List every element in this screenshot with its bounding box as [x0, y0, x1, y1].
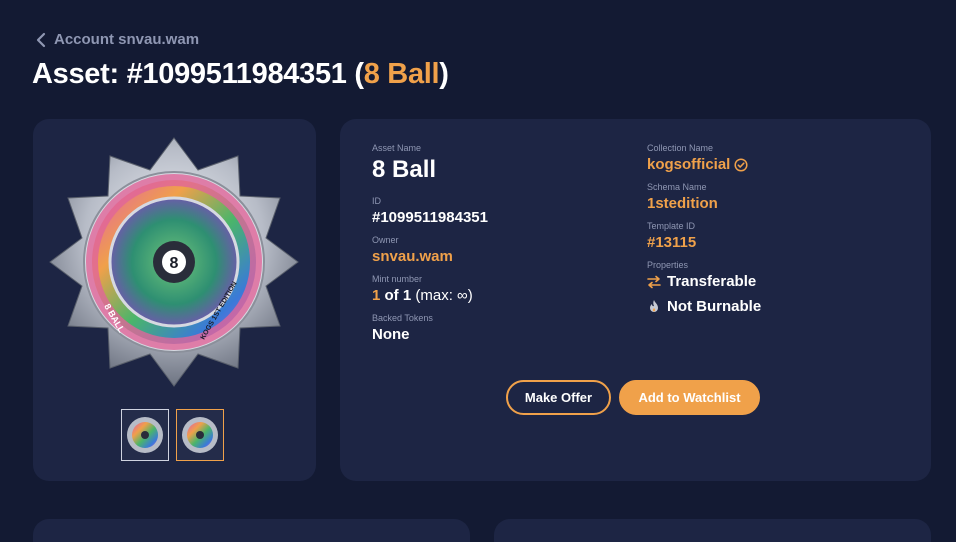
collection-name-row: kogsofficial — [647, 156, 907, 173]
owner-label: Owner — [372, 235, 399, 245]
schema-name-label: Schema Name — [647, 182, 707, 192]
backed-tokens-label: Backed Tokens — [372, 313, 433, 323]
asset-media-card: 8 8 BALL KOGS 1ST EDITION — [33, 119, 316, 481]
flame-icon — [650, 300, 658, 312]
property-not-burnable: Not Burnable — [647, 298, 907, 315]
collection-link[interactable]: kogsofficial — [647, 156, 730, 173]
svg-text:8: 8 — [170, 255, 179, 272]
back-link-label: Account snvau.wam — [54, 31, 200, 48]
bottom-left-panel — [33, 519, 470, 542]
transferable-label: Transferable — [667, 273, 757, 290]
title-asset-name: 8 Ball — [363, 58, 440, 90]
id-value: #1099511984351 — [372, 209, 488, 226]
not-burnable-label: Not Burnable — [667, 298, 762, 315]
title-suffix: ) — [439, 58, 449, 90]
collection-name-label: Collection Name — [647, 143, 714, 153]
owner-link[interactable]: snvau.wam — [372, 248, 632, 265]
asset-details-card: Asset Name 8 Ball ID #1099511984351 Owne… — [340, 119, 931, 481]
details-right-column: Collection Name kogsofficial Schema Name… — [647, 143, 907, 323]
kog-artwork-image[interactable]: 8 8 BALL KOGS 1ST EDITION — [47, 135, 301, 389]
id-label: ID — [372, 196, 381, 206]
thumbnail-1[interactable] — [121, 409, 169, 461]
properties-label: Properties — [647, 260, 689, 270]
backed-tokens-value: None — [372, 326, 410, 343]
chevron-left-icon — [36, 32, 46, 47]
property-transferable: Transferable — [647, 273, 907, 290]
schema-link[interactable]: 1stedition — [647, 195, 907, 212]
mint-max: (max: ∞) — [411, 287, 473, 304]
make-offer-button[interactable]: Make Offer — [506, 380, 611, 415]
back-to-account-link[interactable]: Account snvau.wam — [34, 31, 199, 48]
details-left-column: Asset Name 8 Ball ID #1099511984351 Owne… — [372, 143, 632, 352]
kog-thumb-icon — [127, 417, 163, 453]
template-id-label: Template ID — [647, 221, 696, 231]
title-prefix: Asset: #1099511984351 ( — [32, 58, 364, 90]
transfer-arrows-icon — [647, 275, 661, 288]
kog-thumb-icon — [182, 417, 218, 453]
mint-number-value: 1 of 1 (max: ∞) — [372, 287, 632, 304]
add-to-watchlist-button[interactable]: Add to Watchlist — [619, 380, 760, 415]
verified-check-icon — [734, 158, 748, 172]
bottom-right-panel — [494, 519, 931, 542]
thumbnail-strip — [121, 409, 224, 461]
action-buttons: Make Offer Add to Watchlist — [506, 380, 760, 415]
page-title: Asset: #1099511984351 (8 Ball) — [32, 58, 449, 91]
thumbnail-2[interactable] — [176, 409, 224, 461]
asset-name-value: 8 Ball — [372, 156, 437, 183]
mint-number-label: Mint number — [372, 274, 423, 284]
asset-name-label: Asset Name — [372, 143, 422, 153]
template-link[interactable]: #13115 — [647, 234, 907, 251]
mint-of: of 1 — [380, 287, 412, 304]
